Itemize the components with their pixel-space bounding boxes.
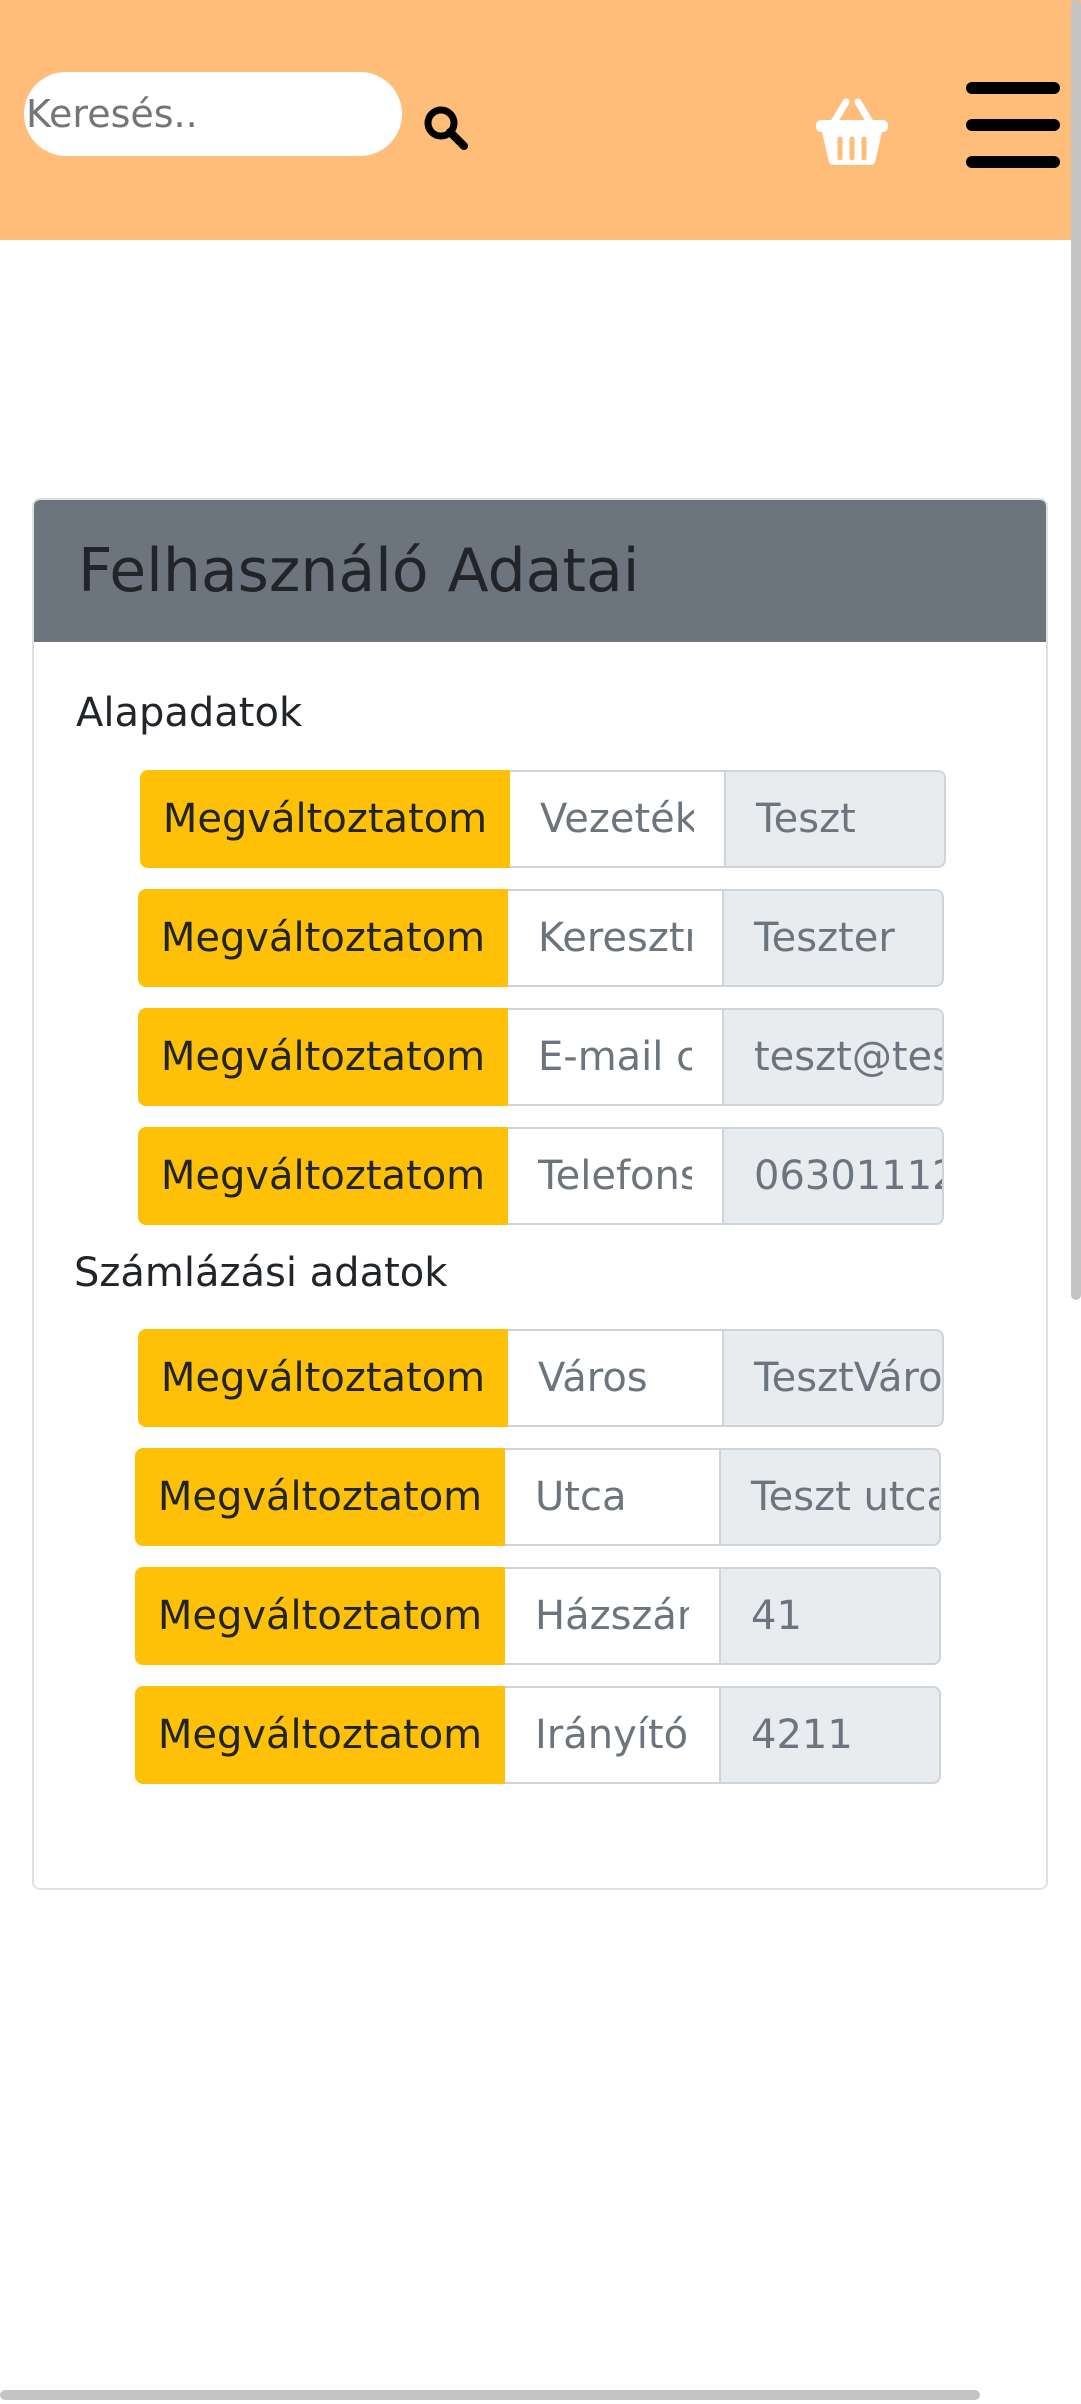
search-input[interactable] — [24, 72, 402, 156]
shopping-basket-icon — [816, 98, 888, 165]
firstname-value: Teszter — [724, 889, 944, 987]
top-header — [0, 0, 1081, 240]
city-value: TesztVáros — [724, 1329, 944, 1427]
change-city-button[interactable]: Megváltoztatom — [138, 1329, 508, 1427]
form-row-house-number: Megváltoztatom 41 — [135, 1567, 941, 1665]
horizontal-scrollbar[interactable] — [0, 2390, 980, 2400]
lastname-value: Teszt — [726, 770, 946, 868]
section-title-billing: Számlázási adatok — [74, 1250, 448, 1296]
form-row-street: Megváltoztatom Teszt utca — [135, 1448, 941, 1546]
postal-code-label-input[interactable] — [505, 1686, 721, 1784]
phone-value: 06301112233 — [724, 1127, 944, 1225]
house-number-label-input[interactable] — [505, 1567, 721, 1665]
change-lastname-button[interactable]: Megváltoztatom — [140, 770, 510, 868]
firstname-label-input[interactable] — [508, 889, 724, 987]
change-house-number-button[interactable]: Megváltoztatom — [135, 1567, 505, 1665]
search-icon — [424, 106, 468, 150]
card-title: Felhasználó Adatai — [34, 500, 1046, 642]
city-label-input[interactable] — [508, 1329, 724, 1427]
hamburger-menu-icon-bar — [966, 119, 1060, 131]
form-row-email: Megváltoztatom teszt@teszt.hu — [138, 1008, 944, 1106]
house-number-value: 41 — [721, 1567, 941, 1665]
form-row-firstname: Megváltoztatom Teszter — [138, 889, 944, 987]
form-row-city: Megváltoztatom TesztVáros — [138, 1329, 944, 1427]
cart-button[interactable] — [812, 92, 892, 172]
search-button[interactable] — [422, 104, 470, 152]
vertical-scrollbar[interactable] — [1071, 0, 1081, 1300]
change-firstname-button[interactable]: Megváltoztatom — [138, 889, 508, 987]
user-data-card: Felhasználó Adatai Alapadatok Megváltozt… — [32, 498, 1048, 1890]
hamburger-menu-button[interactable] — [966, 82, 1060, 168]
email-label-input[interactable] — [508, 1008, 724, 1106]
lastname-label-input[interactable] — [510, 770, 726, 868]
change-postal-code-button[interactable]: Megváltoztatom — [135, 1686, 505, 1784]
change-phone-button[interactable]: Megváltoztatom — [138, 1127, 508, 1225]
hamburger-menu-icon — [966, 82, 1060, 94]
form-row-lastname: Megváltoztatom Teszt — [140, 770, 946, 868]
form-row-phone: Megváltoztatom 06301112233 — [138, 1127, 944, 1225]
phone-label-input[interactable] — [508, 1127, 724, 1225]
change-email-button[interactable]: Megváltoztatom — [138, 1008, 508, 1106]
change-street-button[interactable]: Megváltoztatom — [135, 1448, 505, 1546]
postal-code-value: 4211 — [721, 1686, 941, 1784]
hamburger-menu-icon-bar — [966, 156, 1060, 168]
form-row-postal-code: Megváltoztatom 4211 — [135, 1686, 941, 1784]
section-title-basic: Alapadatok — [76, 690, 303, 736]
email-value: teszt@teszt.hu — [724, 1008, 944, 1106]
street-label-input[interactable] — [505, 1448, 721, 1546]
street-value: Teszt utca — [721, 1448, 941, 1546]
